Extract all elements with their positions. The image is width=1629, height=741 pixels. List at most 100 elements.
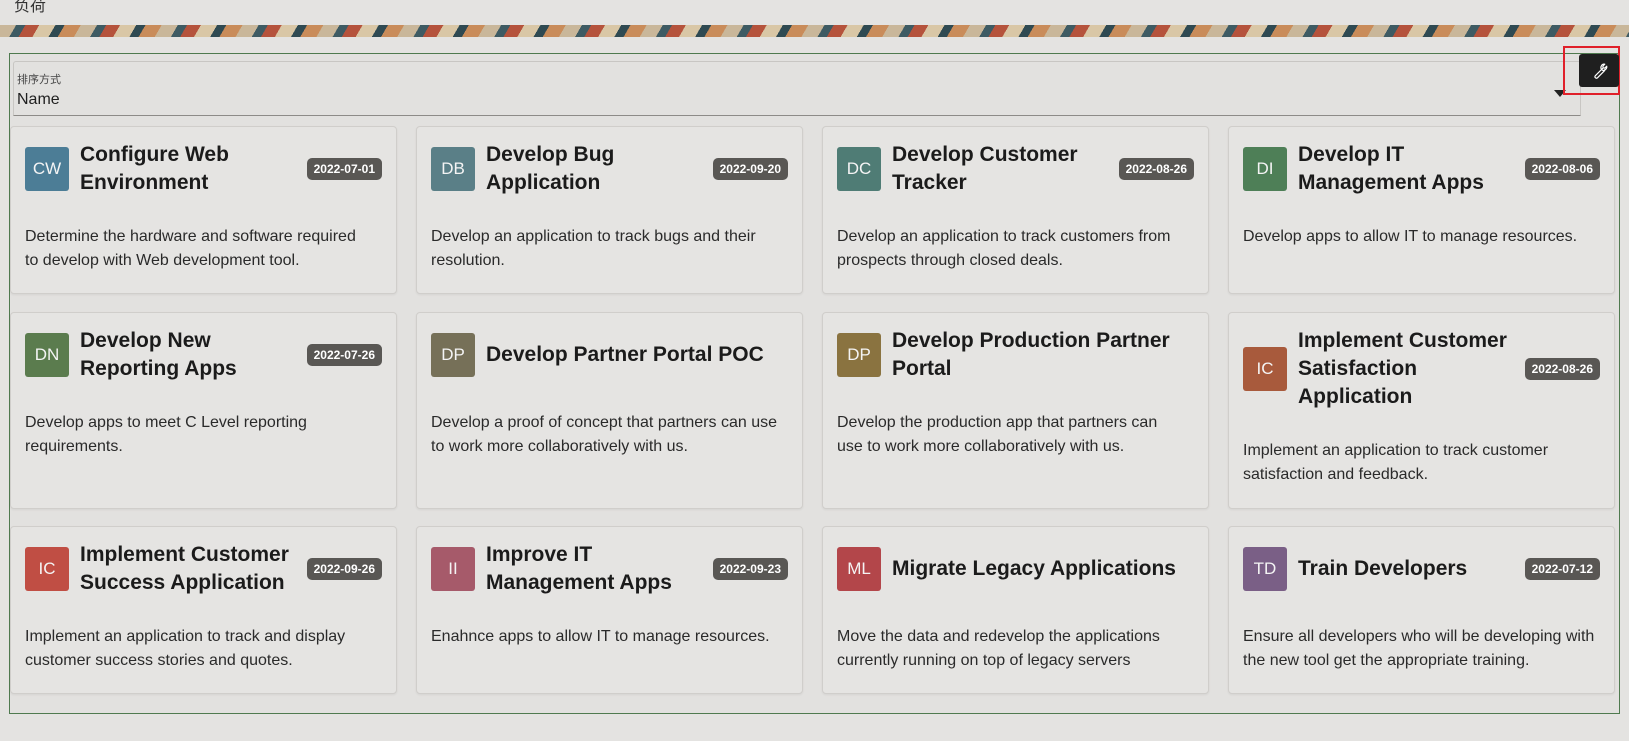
project-card[interactable]: TD Train Developers 2022-07-12 Ensure all d… <box>1228 526 1615 694</box>
card-header: IC Implement Customer Satisfaction Applicat… <box>1243 327 1600 411</box>
card-description-line: Develop the production app that partners… <box>837 414 1158 431</box>
card-description-line: resolution. <box>431 252 505 269</box>
card-description-line: customer success stories and quotes. <box>25 652 293 669</box>
date-badge: 2022-08-26 <box>1524 358 1600 380</box>
avatar: DN <box>25 333 69 377</box>
avatar: DP <box>431 333 475 377</box>
card-title-line: Develop Production Partner <box>892 329 1170 352</box>
card-title[interactable]: Improve IT Management Apps <box>486 541 705 597</box>
project-card[interactable]: DP Develop Production Partner Portal Develo… <box>822 312 1209 509</box>
sort-select[interactable]: 排序方式 Name <box>13 61 1581 116</box>
card-title-line: Develop Partner Portal POC <box>486 343 764 366</box>
card-description-line: the new tool get the appropriate trainin… <box>1243 652 1530 669</box>
card-title[interactable]: Train Developers <box>1298 555 1517 583</box>
card-description-line: Develop a proof of concept that partners… <box>431 414 777 431</box>
project-card[interactable]: IC Implement Customer Success Application 2… <box>10 526 397 694</box>
project-card[interactable]: II Improve IT Management Apps 2022-09-23 Ena… <box>416 526 803 694</box>
card-title-line: Management Apps <box>486 571 672 594</box>
date-badge: 2022-08-06 <box>1524 158 1600 180</box>
card-title[interactable]: Implement Customer Satisfaction Applicatio… <box>1298 327 1517 411</box>
card-title-line: Portal <box>892 357 952 380</box>
card-description: Determine the hardware and software requ… <box>25 225 382 273</box>
avatar: IC <box>25 547 69 591</box>
avatar: II <box>431 547 475 591</box>
card-description-line: prospects through closed deals. <box>837 252 1063 269</box>
card-description-line: use to work more collaboratively with us… <box>837 438 1125 455</box>
card-title-line: Environment <box>80 171 209 194</box>
card-description-line: Ensure all developers who will be develo… <box>1243 628 1595 645</box>
avatar: TD <box>1243 547 1287 591</box>
card-description-line: to develop with Web development tool. <box>25 252 300 269</box>
card-description: Develop a proof of concept that partners… <box>431 411 788 459</box>
sort-value: Name <box>17 91 60 108</box>
card-description: Implement an application to track and di… <box>25 625 382 673</box>
date-badge: 2022-07-12 <box>1524 558 1600 580</box>
top-bar: 负荷 <box>0 0 1629 25</box>
card-description-line: satisfaction and feedback. <box>1243 466 1429 483</box>
card-header: IC Implement Customer Success Application 2… <box>25 541 382 597</box>
date-badge: 2022-09-23 <box>712 558 788 580</box>
card-title-line: Application <box>1298 385 1413 408</box>
project-card[interactable]: DN Develop New Reporting Apps 2022-07-26 Dev… <box>10 312 397 509</box>
project-card[interactable]: IC Implement Customer Satisfaction Applicat… <box>1228 312 1615 509</box>
card-title-line: Develop Customer <box>892 143 1078 166</box>
card-description-line: to work more collaboratively with us. <box>431 438 688 455</box>
card-description: Develop apps to allow IT to manage resou… <box>1243 225 1600 249</box>
card-description: Ensure all developers who will be develo… <box>1243 625 1600 673</box>
card-title-line: Develop IT <box>1298 143 1405 166</box>
card-description-line: currently running on top of legacy serve… <box>837 652 1131 669</box>
card-title[interactable]: Configure Web Environment <box>80 141 299 197</box>
card-title-line: Migrate Legacy Applications <box>892 557 1176 580</box>
sort-label: 排序方式 <box>17 74 61 86</box>
avatar: ML <box>837 547 881 591</box>
card-title[interactable]: Implement Customer Success Application <box>80 541 299 597</box>
card-description-line: Enahnce apps to allow IT to manage resou… <box>431 628 770 645</box>
project-card[interactable]: DB Develop Bug Application 2022-09-20 Develo… <box>416 126 803 294</box>
card-title-line: Train Developers <box>1298 557 1468 580</box>
card-title-line: Implement Customer <box>1298 329 1507 352</box>
card-title-line: Improve IT <box>486 543 593 566</box>
card-description: Develop an application to track bugs and… <box>431 225 788 273</box>
project-card[interactable]: DI Develop IT Management Apps 2022-08-06 Dev… <box>1228 126 1615 294</box>
wrench-button[interactable] <box>1579 54 1619 87</box>
card-title[interactable]: Develop New Reporting Apps <box>80 327 299 383</box>
card-title-line: Reporting Apps <box>80 357 237 380</box>
card-title[interactable]: Develop IT Management Apps <box>1298 141 1517 197</box>
date-badge: 2022-08-26 <box>1118 158 1194 180</box>
card-description-line: Implement an application to track custom… <box>1243 442 1549 459</box>
card-description: Develop an application to track customer… <box>837 225 1194 273</box>
card-header: DP Develop Partner Portal POC <box>431 327 788 383</box>
card-description: Move the data and redevelop the applicat… <box>837 625 1194 673</box>
card-title-line: Develop Bug <box>486 143 615 166</box>
card-header: TD Train Developers 2022-07-12 <box>1243 541 1600 597</box>
project-card[interactable]: DC Develop Customer Tracker 2022-08-26 Devel… <box>822 126 1209 294</box>
card-title[interactable]: Develop Partner Portal POC <box>486 341 788 369</box>
card-description: Develop the production app that partners… <box>837 411 1194 459</box>
card-title[interactable]: Develop Customer Tracker <box>892 141 1111 197</box>
card-title-line: Application <box>486 171 601 194</box>
card-header: CW Configure Web Environment 2022-07-01 <box>25 141 382 197</box>
card-title-line: Management Apps <box>1298 171 1484 194</box>
date-badge: 2022-09-20 <box>712 158 788 180</box>
card-title[interactable]: Migrate Legacy Applications <box>892 555 1194 583</box>
project-card[interactable]: DP Develop Partner Portal POC Develop a pr… <box>416 312 803 509</box>
card-header: DB Develop Bug Application 2022-09-20 <box>431 141 788 197</box>
card-header: DI Develop IT Management Apps 2022-08-06 <box>1243 141 1600 197</box>
card-description-line: Develop an application to track customer… <box>837 228 1171 245</box>
card-title[interactable]: Develop Bug Application <box>486 141 705 197</box>
card-title-line: Develop New <box>80 329 211 352</box>
card-description-line: Develop apps to allow IT to manage resou… <box>1243 228 1578 245</box>
card-description-line: Develop apps to meet C Level reporting <box>25 414 307 431</box>
project-card[interactable]: ML Migrate Legacy Applications Move the da… <box>822 526 1209 694</box>
avatar: DP <box>837 333 881 377</box>
date-badge: 2022-07-01 <box>306 158 382 180</box>
card-title-line: Success Application <box>80 571 285 594</box>
project-card[interactable]: CW Configure Web Environment 2022-07-01 Dete… <box>10 126 397 294</box>
card-header: II Improve IT Management Apps 2022-09-23 <box>431 541 788 597</box>
date-badge: 2022-07-26 <box>306 344 382 366</box>
card-header: ML Migrate Legacy Applications <box>837 541 1194 597</box>
card-description: Develop apps to meet C Level reporting re… <box>25 411 382 459</box>
card-title-line: Satisfaction <box>1298 357 1418 380</box>
decorative-banner <box>0 25 1629 37</box>
card-title[interactable]: Develop Production Partner Portal <box>892 327 1194 383</box>
